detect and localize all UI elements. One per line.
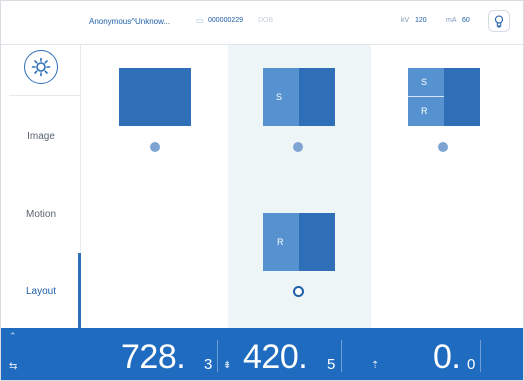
sidebar-divider (9, 95, 81, 96)
reading-3-main: 0. (433, 338, 461, 376)
layout-letter-r: R (277, 237, 284, 247)
chevron-up-icon[interactable]: ⌃ (9, 331, 17, 342)
layout-option-split-r[interactable]: R (263, 213, 335, 271)
divider (480, 340, 481, 372)
reading-1-main: 728. (121, 338, 186, 376)
divider (341, 340, 342, 372)
layout-letter-s: S (276, 92, 283, 102)
kv-label: kV (401, 17, 410, 24)
lamp-button[interactable] (488, 10, 510, 32)
layout-radio-split-r-selected[interactable] (293, 286, 304, 297)
divider (217, 340, 218, 372)
cradle-icon: ⇡ (371, 360, 380, 371)
light-gear-icon (31, 57, 51, 77)
position-readout-bar: ⌃ ⇆ 728. 3 ⇟ 420. 5 ⇡ 0. 0 (1, 328, 523, 380)
screen: Anonymous^Unknow... ▭ 000000229 DOB kV 1… (0, 0, 524, 381)
sidebar-item-image[interactable]: Image (1, 131, 81, 142)
sidebar: Image Motion Layout (1, 45, 81, 328)
active-tab-indicator (78, 253, 81, 328)
layout-radio-split-s[interactable] (293, 142, 303, 152)
layout-tile-right (299, 68, 335, 126)
reading-3-decimal: 0 (467, 356, 476, 373)
layout-radio-quad-sr[interactable] (438, 142, 448, 152)
height-icon: ⇟ (223, 360, 232, 371)
layout-tile-right (299, 213, 335, 271)
patient-id: 000000229 (208, 17, 244, 24)
header-bar: Anonymous^Unknow... ▭ 000000229 DOB kV 1… (1, 1, 523, 45)
reading-2-main: 420. (243, 338, 308, 376)
table-position-icon: ⇆ (9, 361, 18, 372)
kv-value: 120 (415, 17, 427, 24)
id-card-icon: ▭ (196, 16, 204, 25)
layout-letter-s: S (421, 77, 428, 87)
patient-dob: DOB (258, 17, 274, 24)
lightbulb-icon (494, 14, 504, 27)
layout-tile (119, 68, 191, 126)
sidebar-item-layout[interactable]: Layout (1, 286, 81, 297)
light-settings-button[interactable] (24, 50, 58, 84)
reading-2-decimal: 5 (327, 356, 336, 373)
layout-letter-r: R (421, 106, 428, 116)
ma-value: 60 (462, 17, 470, 24)
reading-1-decimal: 3 (204, 356, 213, 373)
layout-option-single[interactable] (119, 68, 191, 126)
ma-label: mA (446, 17, 457, 24)
layout-tile-right (444, 68, 480, 126)
patient-name[interactable]: Anonymous^Unknow... (89, 17, 170, 26)
layout-option-split-s[interactable]: S (263, 68, 335, 126)
layout-option-quad-sr[interactable]: S R (408, 68, 480, 126)
sidebar-item-motion[interactable]: Motion (1, 209, 81, 220)
layout-radio-single[interactable] (150, 142, 160, 152)
